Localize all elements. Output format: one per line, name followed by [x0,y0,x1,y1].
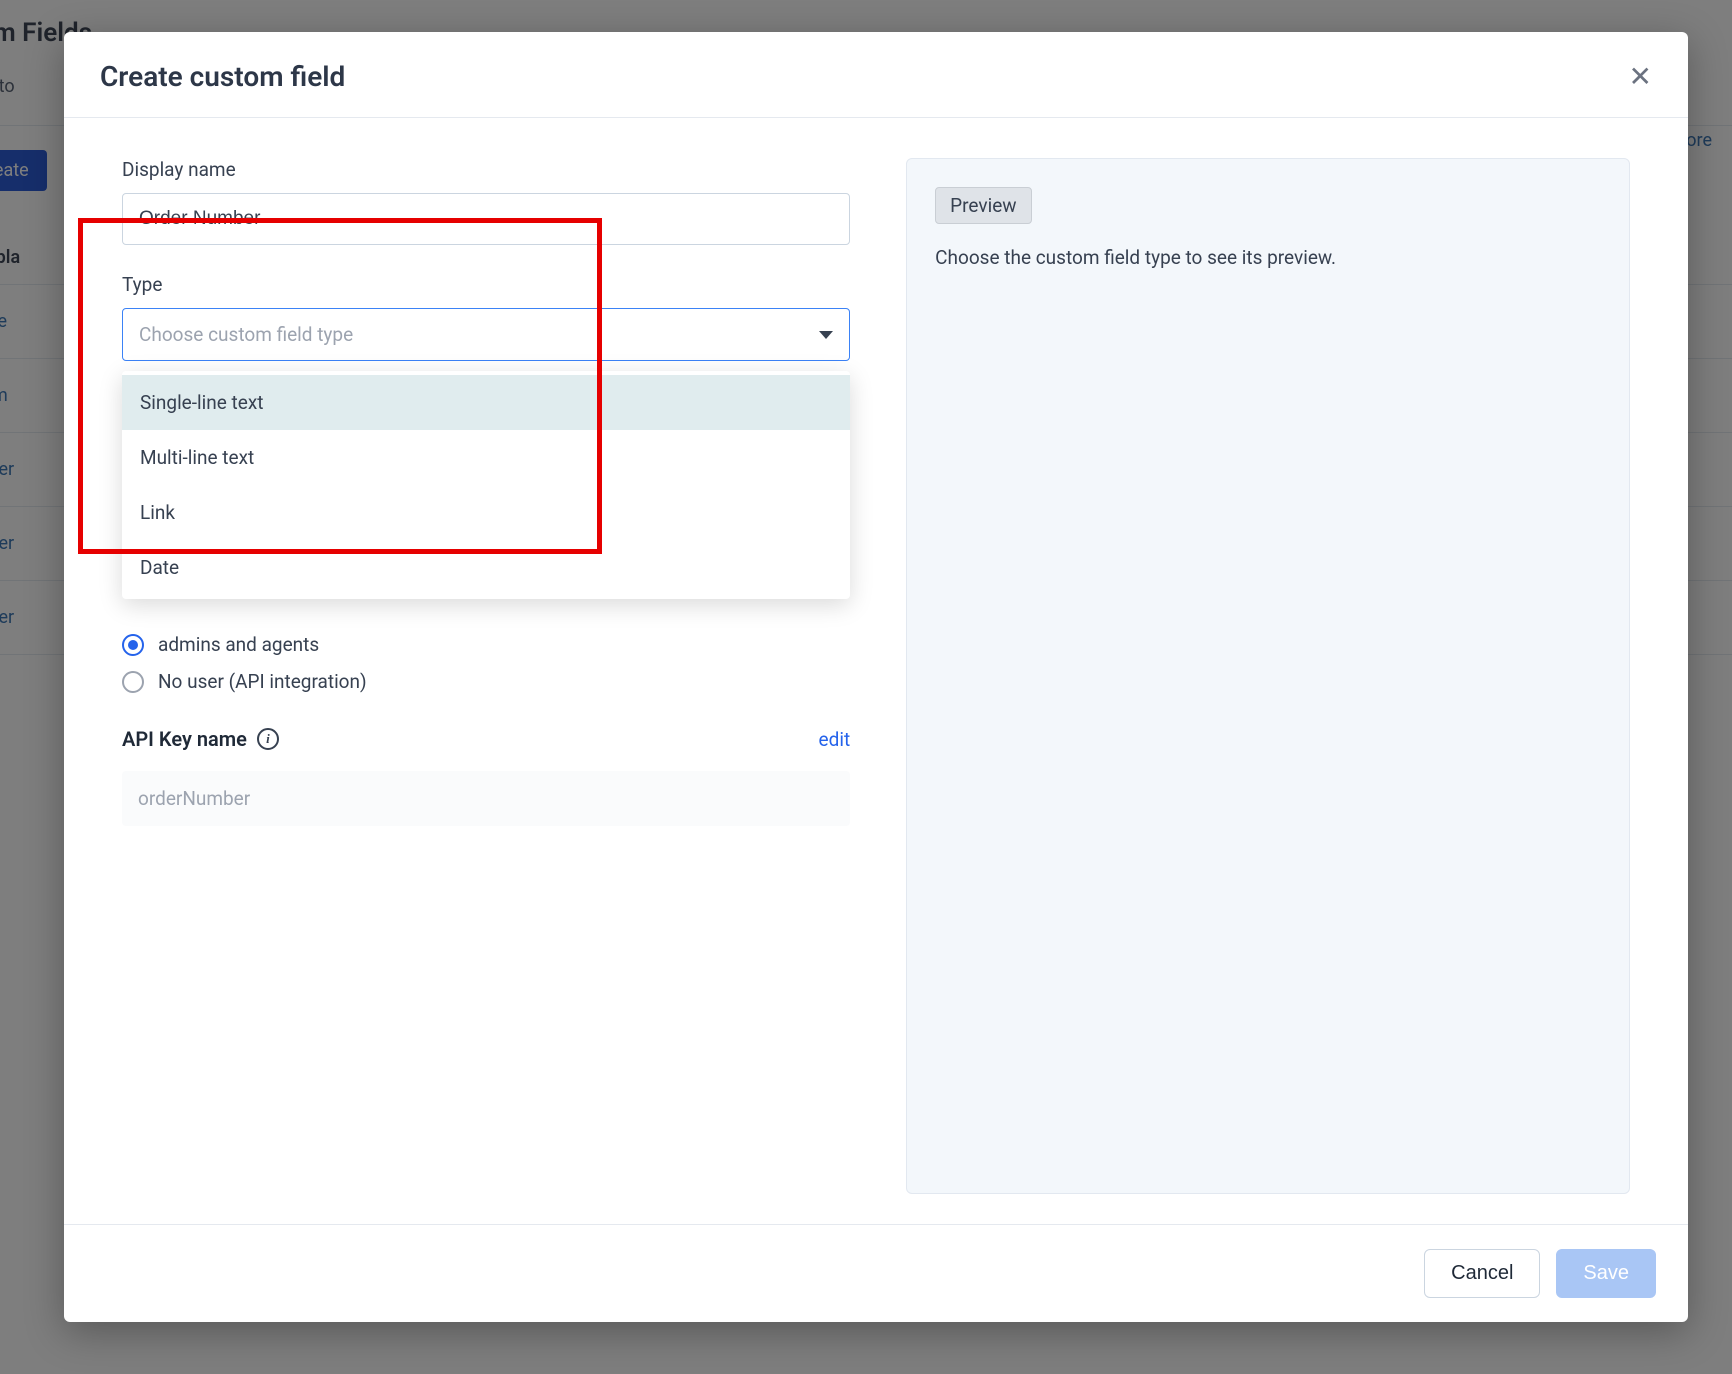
close-icon[interactable]: ✕ [1629,63,1652,91]
type-dropdown: Single-line text Multi-line text Link Da… [122,371,850,599]
save-button[interactable]: Save [1556,1249,1656,1298]
radio-label: No user (API integration) [158,670,367,693]
type-option-multi-line[interactable]: Multi-line text [122,430,850,485]
cancel-button[interactable]: Cancel [1424,1249,1540,1298]
type-label: Type [122,273,850,296]
type-select-placeholder: Choose custom field type [139,323,353,346]
type-option-single-line[interactable]: Single-line text [122,375,850,430]
display-name-label: Display name [122,158,850,181]
chevron-down-icon [819,331,833,339]
api-key-section: API Key name i edit orderNumber [122,727,850,826]
visibility-radio-group: admins and agents No user (API integrati… [122,633,850,693]
preview-column: Preview Choose the custom field type to … [906,158,1630,1194]
display-name-input[interactable] [122,193,850,245]
modal-body: Display name Type Choose custom field ty… [64,118,1688,1224]
modal-title: Create custom field [100,60,345,93]
create-custom-field-modal: Create custom field ✕ Display name Type … [64,32,1688,1322]
modal-footer: Cancel Save [64,1224,1688,1322]
radio-label: admins and agents [158,633,319,656]
info-icon[interactable]: i [257,728,279,750]
form-column: Display name Type Choose custom field ty… [122,158,850,1194]
api-key-label: API Key name [122,727,247,751]
api-key-header: API Key name i edit [122,727,850,751]
api-key-value: orderNumber [122,771,850,826]
api-edit-link[interactable]: edit [819,728,851,751]
preview-panel: Preview Choose the custom field type to … [906,158,1630,1194]
radio-admins-agents[interactable]: admins and agents [122,633,850,656]
type-option-link[interactable]: Link [122,485,850,540]
radio-no-user[interactable]: No user (API integration) [122,670,850,693]
preview-text: Choose the custom field type to see its … [935,246,1601,269]
type-option-date[interactable]: Date [122,540,850,595]
radio-icon [122,634,144,656]
modal-header: Create custom field ✕ [64,32,1688,118]
type-section: Type Choose custom field type Single-lin… [122,273,850,361]
type-select[interactable]: Choose custom field type [122,308,850,361]
preview-badge: Preview [935,187,1031,224]
radio-icon [122,671,144,693]
